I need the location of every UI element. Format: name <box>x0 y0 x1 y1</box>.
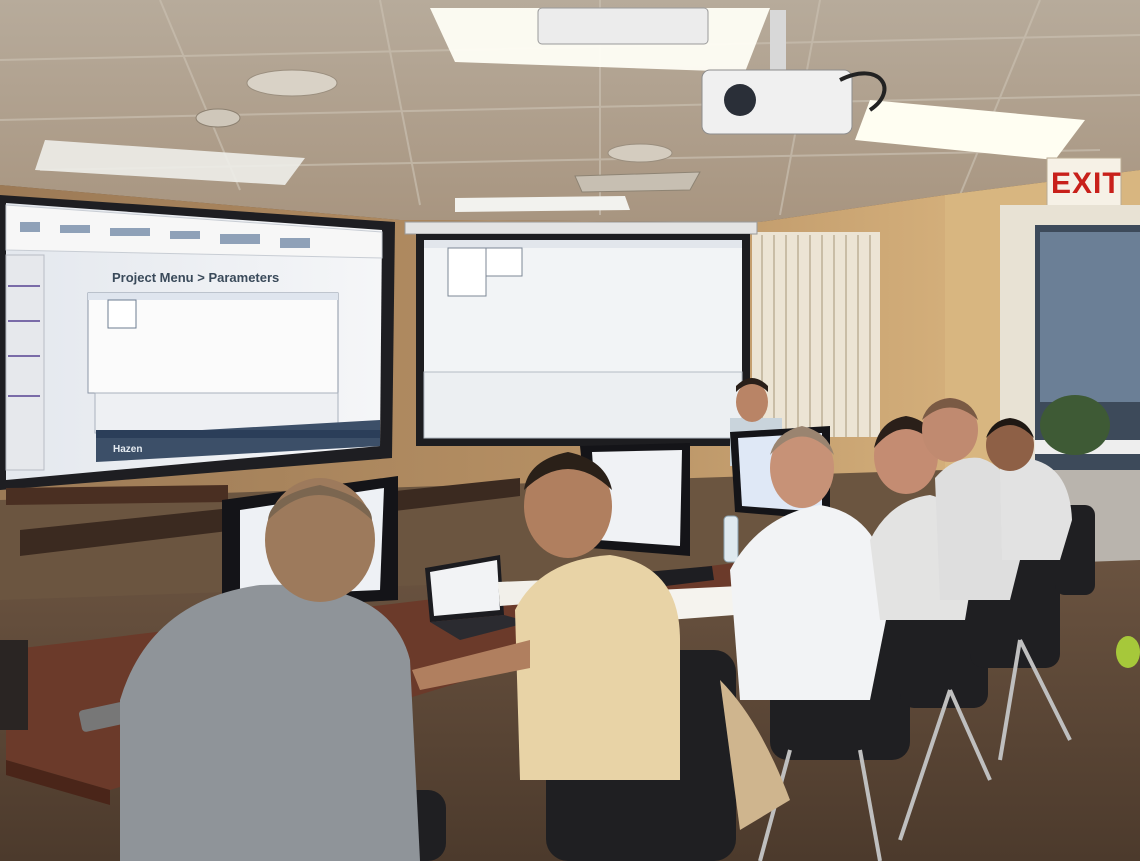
back-desk-left <box>6 485 228 505</box>
ceiling-speaker-2 <box>607 143 673 163</box>
bag-on-floor <box>1116 636 1140 668</box>
ceiling-light-far <box>455 196 630 212</box>
projector-top <box>537 7 709 45</box>
ceiling-speaker <box>246 69 338 97</box>
right-screen-menubar <box>424 240 742 248</box>
smoke-detector <box>195 108 241 128</box>
projector-mount-pole <box>770 10 786 70</box>
water-bottle <box>723 515 739 563</box>
outdoor-plants <box>1040 395 1110 455</box>
outdoor-siding <box>1040 232 1140 402</box>
air-vent <box>574 171 701 193</box>
right-screen-submenu <box>485 247 523 277</box>
vertical-blinds <box>752 232 880 437</box>
projector-lens <box>724 84 756 116</box>
slide-screenshot-menubar <box>88 293 338 300</box>
right-screen-dropdown <box>447 247 487 297</box>
slide-taskbar <box>96 430 380 438</box>
exit-sign <box>1046 157 1122 211</box>
right-screen-housing <box>404 221 758 235</box>
slide-thumbnail-pane <box>5 254 45 471</box>
trash-bin <box>0 640 28 730</box>
slide-screenshot-dropdown <box>107 299 137 329</box>
right-screen-lower-pane <box>423 371 743 439</box>
training-room-photo <box>0 0 1140 861</box>
